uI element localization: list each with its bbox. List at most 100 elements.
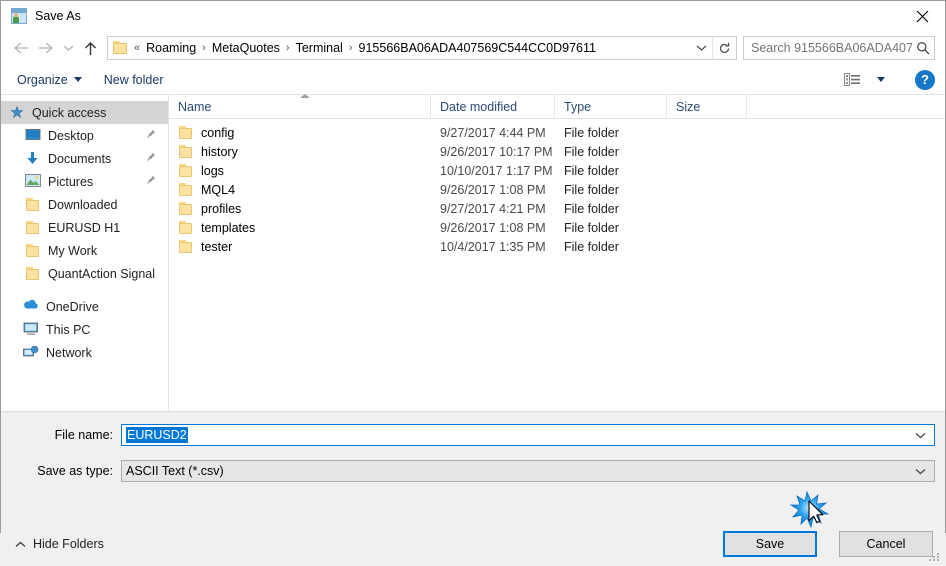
organize-button[interactable]: Organize bbox=[17, 73, 82, 87]
pin-icon[interactable] bbox=[146, 129, 156, 143]
sidebar-item-downloaded[interactable]: Downloaded bbox=[1, 193, 168, 216]
save-as-type-select[interactable]: ASCII Text (*.csv) bbox=[121, 460, 935, 482]
file-list: Name Date modified Type Size config 9/27… bbox=[169, 93, 945, 411]
organize-label: Organize bbox=[17, 72, 68, 87]
column-header-name[interactable]: Name bbox=[169, 93, 431, 119]
sidebar-item-quick-access[interactable]: Quick access bbox=[1, 101, 168, 124]
address-bar[interactable]: « Roaming › MetaQuotes › Terminal › 9155… bbox=[107, 36, 737, 60]
column-label: Date modified bbox=[440, 99, 518, 114]
folder-icon bbox=[178, 125, 194, 140]
hide-folders-button[interactable]: Hide Folders bbox=[15, 537, 104, 551]
sort-ascending-icon bbox=[299, 93, 310, 98]
file-date: 10/4/2017 1:35 PM bbox=[440, 239, 546, 254]
folder-icon bbox=[178, 144, 194, 159]
file-name-row: File name: EURUSD2 bbox=[1, 424, 945, 446]
view-options-button[interactable] bbox=[841, 72, 885, 88]
pin-icon[interactable] bbox=[146, 175, 156, 189]
search-input[interactable]: Search 915566BA06ADA40756... bbox=[744, 41, 912, 55]
table-row[interactable]: history 9/26/2017 10:17 PM File folder bbox=[169, 142, 945, 161]
hide-folders-label: Hide Folders bbox=[33, 537, 104, 551]
folder-icon bbox=[178, 201, 194, 216]
sidebar-label: Downloaded bbox=[48, 197, 118, 212]
forward-button[interactable] bbox=[33, 35, 59, 61]
breadcrumb-item-roaming[interactable]: Roaming bbox=[142, 41, 200, 55]
column-header-date-modified[interactable]: Date modified bbox=[431, 94, 555, 119]
file-type: File folder bbox=[564, 182, 619, 197]
save-button[interactable]: Save bbox=[723, 531, 817, 557]
folder-icon bbox=[178, 163, 194, 178]
breadcrumb-item-metaquotes[interactable]: MetaQuotes bbox=[208, 41, 284, 55]
file-name: config bbox=[201, 125, 235, 140]
documents-download-icon bbox=[25, 151, 41, 167]
breadcrumb-item-instance-id[interactable]: 915566BA06ADA407569C544CC0D97611 bbox=[355, 41, 600, 55]
chevron-down-icon[interactable] bbox=[915, 464, 926, 478]
sidebar-item-pictures[interactable]: Pictures bbox=[1, 170, 168, 193]
table-row[interactable]: templates 9/26/2017 1:08 PM File folder bbox=[169, 218, 945, 237]
save-as-type-value: ASCII Text (*.csv) bbox=[126, 464, 224, 478]
sidebar-label: My Work bbox=[48, 243, 98, 258]
pin-star-icon bbox=[9, 105, 25, 121]
close-button[interactable] bbox=[899, 1, 945, 31]
file-type: File folder bbox=[564, 201, 619, 216]
column-header-size[interactable]: Size bbox=[667, 94, 747, 119]
breadcrumb-item-terminal[interactable]: Terminal bbox=[292, 41, 347, 55]
save-form: File name: EURUSD2 Save as type: ASCII T… bbox=[1, 412, 945, 522]
pictures-icon bbox=[25, 173, 41, 190]
resize-grip-icon[interactable] bbox=[929, 551, 941, 563]
sidebar-item-onedrive[interactable]: OneDrive bbox=[1, 295, 168, 318]
file-name: templates bbox=[201, 220, 256, 235]
file-name: profiles bbox=[201, 201, 242, 216]
up-button[interactable] bbox=[77, 35, 103, 61]
sidebar-item-desktop[interactable]: Desktop bbox=[1, 124, 168, 147]
new-folder-button[interactable]: New folder bbox=[104, 73, 164, 87]
chevron-down-icon[interactable] bbox=[915, 428, 926, 442]
refresh-button[interactable] bbox=[712, 36, 736, 60]
file-type: File folder bbox=[564, 239, 619, 254]
file-name: MQL4 bbox=[201, 182, 236, 197]
breadcrumb-overflow-icon[interactable]: « bbox=[132, 42, 142, 54]
sidebar-item-documents[interactable]: Documents bbox=[1, 147, 168, 170]
sidebar-item-quantaction-signal[interactable]: QuantAction Signal bbox=[1, 262, 168, 285]
view-options-icon bbox=[841, 72, 863, 88]
this-pc-icon bbox=[23, 322, 39, 338]
table-row[interactable]: MQL4 9/26/2017 1:08 PM File folder bbox=[169, 180, 945, 199]
sidebar-item-my-work[interactable]: My Work bbox=[1, 239, 168, 262]
sidebar-label: QuantAction Signal bbox=[48, 266, 156, 281]
window-title: Save As bbox=[35, 9, 81, 23]
sidebar-item-eurusd-h1[interactable]: EURUSD H1 bbox=[1, 216, 168, 239]
command-bar: Organize New folder ? bbox=[1, 65, 945, 95]
title-bar: Save As bbox=[1, 1, 945, 31]
address-dropdown-button[interactable] bbox=[690, 44, 712, 52]
table-row[interactable]: tester 10/4/2017 1:35 PM File folder bbox=[169, 237, 945, 256]
sidebar-item-network[interactable]: Network bbox=[1, 341, 168, 364]
folder-icon bbox=[25, 220, 41, 236]
file-date: 10/10/2017 1:17 PM bbox=[440, 163, 553, 178]
help-button[interactable]: ? bbox=[915, 69, 935, 90]
column-header-type[interactable]: Type bbox=[555, 94, 667, 119]
back-button[interactable] bbox=[7, 35, 33, 61]
file-type: File folder bbox=[564, 220, 619, 235]
breadcrumb-separator-icon: › bbox=[285, 42, 290, 54]
folder-icon bbox=[113, 41, 129, 55]
breadcrumb-separator-icon: › bbox=[348, 42, 353, 54]
file-name-label: File name: bbox=[54, 428, 113, 442]
folder-icon bbox=[178, 220, 194, 235]
chevron-down-icon bbox=[73, 77, 82, 82]
table-row[interactable]: profiles 9/27/2017 4:21 PM File folder bbox=[169, 199, 945, 218]
sidebar-label: EURUSD H1 bbox=[48, 220, 121, 235]
search-icon bbox=[912, 41, 934, 55]
pin-icon[interactable] bbox=[146, 152, 156, 166]
navigation-bar: « Roaming › MetaQuotes › Terminal › 9155… bbox=[1, 31, 945, 65]
dialog-body: Quick access Desktop Documents Pictures … bbox=[1, 93, 945, 412]
table-row[interactable]: logs 10/10/2017 1:17 PM File folder bbox=[169, 161, 945, 180]
dialog-footer: Hide Folders Save Cancel bbox=[1, 522, 945, 566]
table-row[interactable]: config 9/27/2017 4:44 PM File folder bbox=[169, 123, 945, 142]
sidebar-item-this-pc[interactable]: This PC bbox=[1, 318, 168, 341]
new-folder-label: New folder bbox=[103, 72, 164, 87]
file-name-input[interactable]: EURUSD2 bbox=[121, 424, 935, 446]
file-date: 9/26/2017 10:17 PM bbox=[440, 144, 553, 159]
search-box[interactable]: Search 915566BA06ADA40756... bbox=[743, 36, 935, 60]
cancel-button[interactable]: Cancel bbox=[839, 531, 933, 557]
recent-locations-button[interactable] bbox=[59, 35, 77, 61]
sidebar-label: Desktop bbox=[48, 128, 94, 143]
